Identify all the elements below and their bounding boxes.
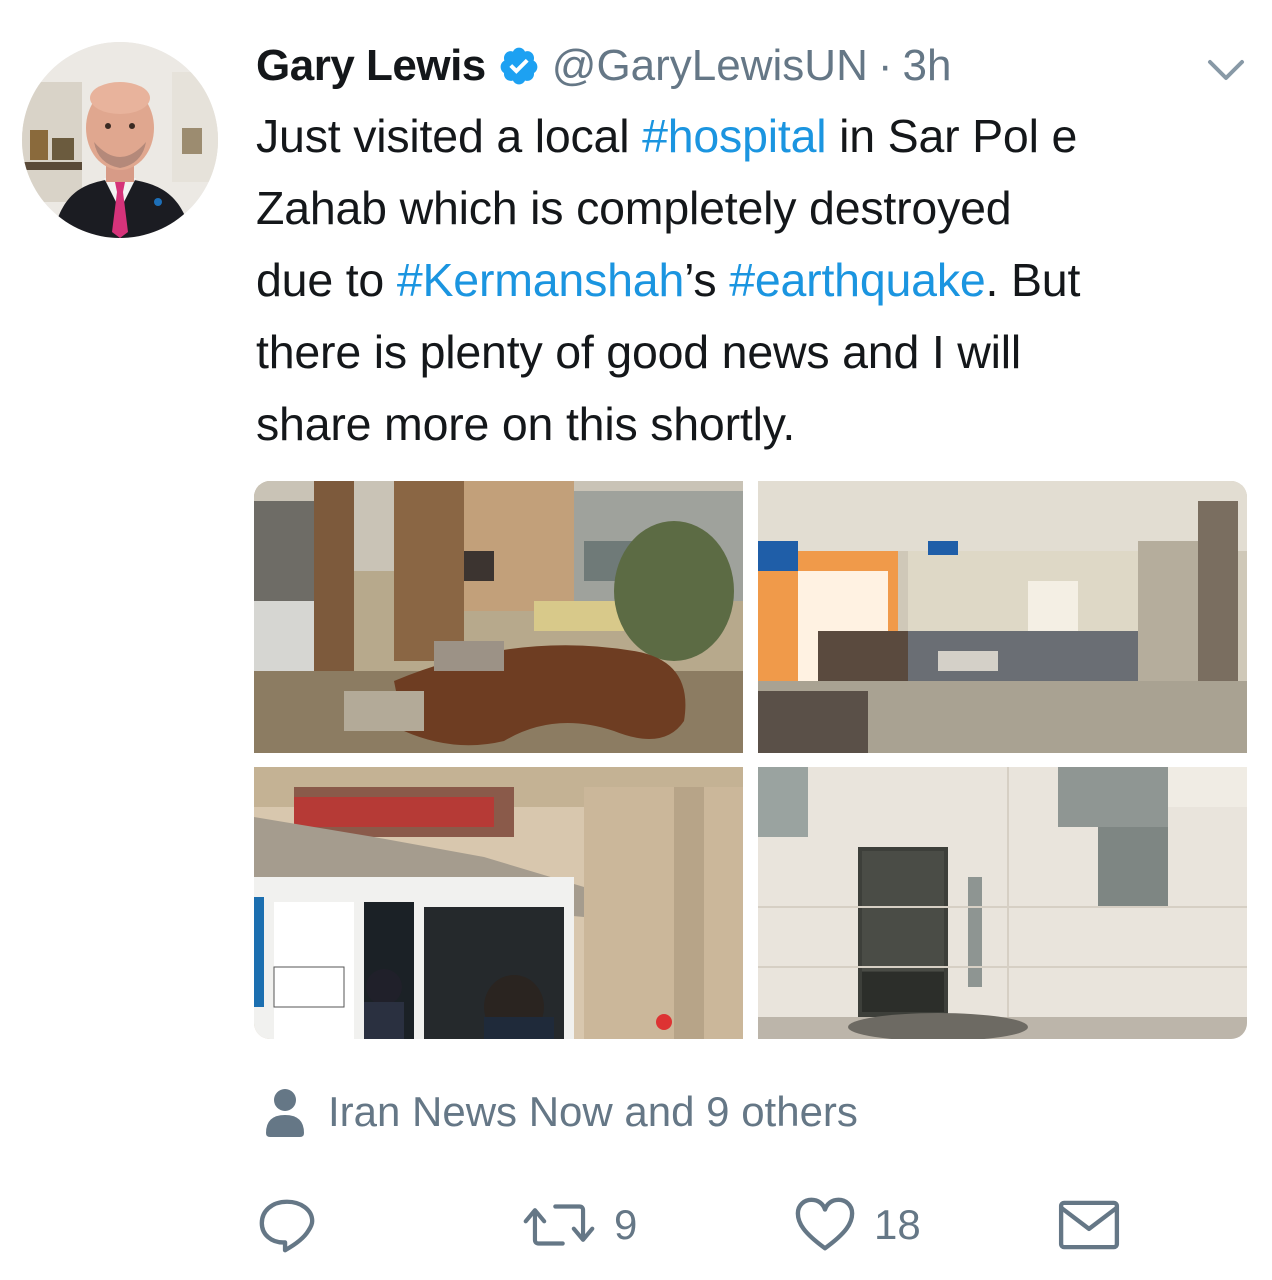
tweet-header: Gary Lewis @GaryLewisUN · 3h <box>256 36 951 96</box>
tweet-text-line: share more on this shortly. <box>256 388 1256 460</box>
tagged-users[interactable]: Iran News Now and 9 others <box>264 1072 858 1152</box>
media-photo-wall[interactable] <box>758 767 1247 1039</box>
verified-badge-icon <box>498 45 540 87</box>
author-display-name[interactable]: Gary Lewis <box>256 41 486 91</box>
tweet-text-segment: ’s <box>684 254 730 306</box>
tweet-text-segment: in Sar Pol e <box>826 110 1078 162</box>
author-avatar[interactable] <box>22 42 218 238</box>
heart-icon <box>794 1194 856 1256</box>
message-button[interactable] <box>1058 1190 1120 1260</box>
tweet-text-segment: Just visited a local <box>256 110 643 162</box>
tweet-text-line: due to #Kermanshah’s #earthquake. But <box>256 244 1256 316</box>
tweet-text-line: there is plenty of good news and I will <box>256 316 1256 388</box>
retweet-button[interactable]: 9 <box>522 1190 637 1260</box>
like-count: 18 <box>874 1201 921 1248</box>
tweet-text-segment: due to <box>256 254 397 306</box>
media-photo-rubble[interactable] <box>254 481 743 753</box>
separator-dot: · <box>877 41 893 90</box>
tagged-users-text: Iran News Now and 9 others <box>328 1088 858 1135</box>
media-photo-lobby[interactable] <box>758 481 1247 753</box>
reply-button[interactable] <box>256 1190 336 1260</box>
tweet-actions: 9 18 <box>256 1190 1136 1260</box>
tweet-text: Just visited a local #hospital in Sar Po… <box>256 100 1256 460</box>
tweet-text-line: Just visited a local #hospital in Sar Po… <box>256 100 1256 172</box>
author-handle[interactable]: @GaryLewisUN <box>552 41 868 91</box>
tweet-text-segment: . But <box>985 254 1081 306</box>
media-grid <box>254 481 1247 1039</box>
tweet-text-line: Zahab which is completely destroyed <box>256 172 1256 244</box>
chevron-down-icon[interactable] <box>1206 56 1246 84</box>
media-photo-facade[interactable] <box>254 767 743 1039</box>
hashtag-link[interactable]: #earthquake <box>729 254 986 306</box>
tweet-timestamp[interactable]: 3h <box>903 41 952 91</box>
like-button[interactable]: 18 <box>794 1190 921 1260</box>
tweet-text-segment: there is plenty of good news and I will <box>256 326 1022 378</box>
tweet-text-segment: share more on this shortly. <box>256 398 796 450</box>
avatar-image <box>22 42 218 238</box>
hashtag-link[interactable]: #hospital <box>642 110 827 162</box>
person-icon <box>264 1087 306 1137</box>
retweet-icon <box>522 1195 596 1255</box>
retweet-count: 9 <box>614 1201 638 1248</box>
envelope-icon <box>1058 1200 1120 1250</box>
hashtag-link[interactable]: #Kermanshah <box>397 254 685 306</box>
reply-icon <box>256 1194 318 1256</box>
tweet-text-segment: Zahab which is completely destroyed <box>256 182 1012 234</box>
